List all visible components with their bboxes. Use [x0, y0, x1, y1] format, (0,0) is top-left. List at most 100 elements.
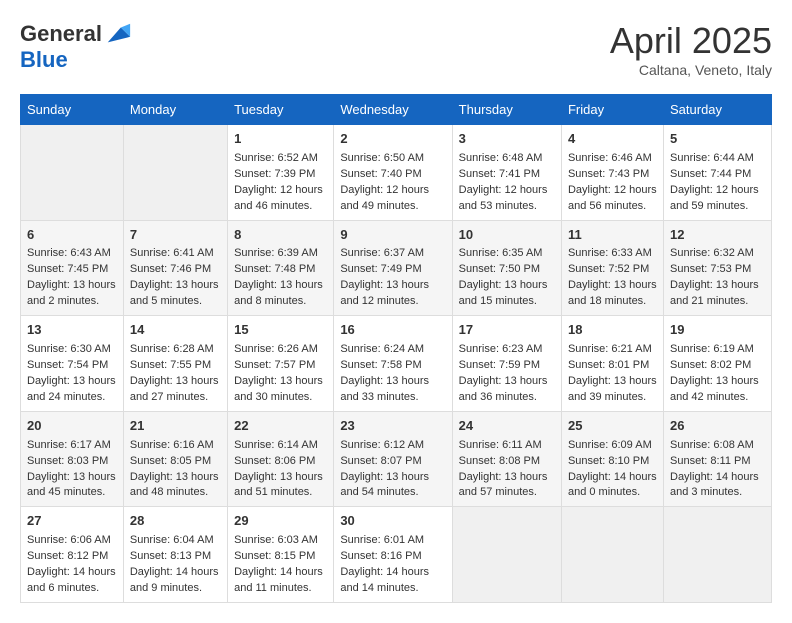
- day-number: 9: [340, 226, 445, 245]
- sunset-text: Sunset: 7:43 PM: [568, 168, 649, 180]
- calendar-cell: 8Sunrise: 6:39 AMSunset: 7:48 PMDaylight…: [228, 220, 334, 316]
- daylight-text: Daylight: 13 hours and 30 minutes.: [234, 375, 323, 403]
- day-number: 10: [459, 226, 555, 245]
- calendar-header-row: SundayMondayTuesdayWednesdayThursdayFrid…: [21, 95, 772, 125]
- sunrise-text: Sunrise: 6:12 AM: [340, 439, 424, 451]
- daylight-text: Daylight: 13 hours and 36 minutes.: [459, 375, 548, 403]
- sunrise-text: Sunrise: 6:21 AM: [568, 343, 652, 355]
- column-header-thursday: Thursday: [452, 95, 561, 125]
- logo-blue: Blue: [20, 47, 68, 72]
- daylight-text: Daylight: 14 hours and 3 minutes.: [670, 471, 759, 499]
- sunrise-text: Sunrise: 6:19 AM: [670, 343, 754, 355]
- daylight-text: Daylight: 12 hours and 53 minutes.: [459, 184, 548, 212]
- sunrise-text: Sunrise: 6:04 AM: [130, 534, 214, 546]
- sunrise-text: Sunrise: 6:14 AM: [234, 439, 318, 451]
- sunrise-text: Sunrise: 6:52 AM: [234, 152, 318, 164]
- day-number: 3: [459, 130, 555, 149]
- calendar-cell: 23Sunrise: 6:12 AMSunset: 8:07 PMDayligh…: [334, 411, 452, 507]
- sunrise-text: Sunrise: 6:06 AM: [27, 534, 111, 546]
- calendar-cell: 18Sunrise: 6:21 AMSunset: 8:01 PMDayligh…: [561, 316, 663, 412]
- daylight-text: Daylight: 13 hours and 2 minutes.: [27, 279, 116, 307]
- day-number: 20: [27, 417, 117, 436]
- daylight-text: Daylight: 13 hours and 54 minutes.: [340, 471, 429, 499]
- day-number: 7: [130, 226, 221, 245]
- day-number: 2: [340, 130, 445, 149]
- day-number: 13: [27, 321, 117, 340]
- sunrise-text: Sunrise: 6:41 AM: [130, 247, 214, 259]
- daylight-text: Daylight: 13 hours and 8 minutes.: [234, 279, 323, 307]
- sunrise-text: Sunrise: 6:37 AM: [340, 247, 424, 259]
- day-number: 5: [670, 130, 765, 149]
- calendar-cell: 28Sunrise: 6:04 AMSunset: 8:13 PMDayligh…: [123, 507, 227, 603]
- sunrise-text: Sunrise: 6:30 AM: [27, 343, 111, 355]
- calendar-cell: 19Sunrise: 6:19 AMSunset: 8:02 PMDayligh…: [664, 316, 772, 412]
- daylight-text: Daylight: 13 hours and 12 minutes.: [340, 279, 429, 307]
- daylight-text: Daylight: 14 hours and 6 minutes.: [27, 566, 116, 594]
- daylight-text: Daylight: 13 hours and 18 minutes.: [568, 279, 657, 307]
- calendar-cell: 15Sunrise: 6:26 AMSunset: 7:57 PMDayligh…: [228, 316, 334, 412]
- daylight-text: Daylight: 13 hours and 48 minutes.: [130, 471, 219, 499]
- calendar-cell: 1Sunrise: 6:52 AMSunset: 7:39 PMDaylight…: [228, 125, 334, 221]
- daylight-text: Daylight: 12 hours and 49 minutes.: [340, 184, 429, 212]
- column-header-sunday: Sunday: [21, 95, 124, 125]
- day-number: 11: [568, 226, 657, 245]
- sunset-text: Sunset: 8:01 PM: [568, 359, 649, 371]
- calendar-cell: 30Sunrise: 6:01 AMSunset: 8:16 PMDayligh…: [334, 507, 452, 603]
- sunset-text: Sunset: 8:10 PM: [568, 455, 649, 467]
- calendar-cell: 12Sunrise: 6:32 AMSunset: 7:53 PMDayligh…: [664, 220, 772, 316]
- day-number: 21: [130, 417, 221, 436]
- sunset-text: Sunset: 7:44 PM: [670, 168, 751, 180]
- calendar-cell: 26Sunrise: 6:08 AMSunset: 8:11 PMDayligh…: [664, 411, 772, 507]
- page-header: General Blue April 2025 Caltana, Veneto,…: [20, 20, 772, 78]
- day-number: 28: [130, 512, 221, 531]
- day-number: 16: [340, 321, 445, 340]
- calendar-cell: 29Sunrise: 6:03 AMSunset: 8:15 PMDayligh…: [228, 507, 334, 603]
- day-number: 6: [27, 226, 117, 245]
- calendar-cell: 11Sunrise: 6:33 AMSunset: 7:52 PMDayligh…: [561, 220, 663, 316]
- calendar-cell: [664, 507, 772, 603]
- sunset-text: Sunset: 8:03 PM: [27, 455, 108, 467]
- sunset-text: Sunset: 8:11 PM: [670, 455, 751, 467]
- day-number: 12: [670, 226, 765, 245]
- calendar-cell: 14Sunrise: 6:28 AMSunset: 7:55 PMDayligh…: [123, 316, 227, 412]
- calendar-cell: 17Sunrise: 6:23 AMSunset: 7:59 PMDayligh…: [452, 316, 561, 412]
- sunset-text: Sunset: 7:50 PM: [459, 263, 540, 275]
- day-number: 22: [234, 417, 327, 436]
- sunrise-text: Sunrise: 6:46 AM: [568, 152, 652, 164]
- sunrise-text: Sunrise: 6:01 AM: [340, 534, 424, 546]
- sunset-text: Sunset: 7:53 PM: [670, 263, 751, 275]
- column-header-wednesday: Wednesday: [334, 95, 452, 125]
- daylight-text: Daylight: 13 hours and 33 minutes.: [340, 375, 429, 403]
- column-header-friday: Friday: [561, 95, 663, 125]
- daylight-text: Daylight: 14 hours and 0 minutes.: [568, 471, 657, 499]
- sunrise-text: Sunrise: 6:32 AM: [670, 247, 754, 259]
- column-header-tuesday: Tuesday: [228, 95, 334, 125]
- daylight-text: Daylight: 12 hours and 59 minutes.: [670, 184, 759, 212]
- sunrise-text: Sunrise: 6:26 AM: [234, 343, 318, 355]
- sunset-text: Sunset: 7:57 PM: [234, 359, 315, 371]
- calendar-cell: 10Sunrise: 6:35 AMSunset: 7:50 PMDayligh…: [452, 220, 561, 316]
- calendar-week-2: 6Sunrise: 6:43 AMSunset: 7:45 PMDaylight…: [21, 220, 772, 316]
- daylight-text: Daylight: 12 hours and 56 minutes.: [568, 184, 657, 212]
- sunrise-text: Sunrise: 6:24 AM: [340, 343, 424, 355]
- daylight-text: Daylight: 13 hours and 57 minutes.: [459, 471, 548, 499]
- calendar-cell: 4Sunrise: 6:46 AMSunset: 7:43 PMDaylight…: [561, 125, 663, 221]
- sunset-text: Sunset: 8:06 PM: [234, 455, 315, 467]
- sunset-text: Sunset: 7:49 PM: [340, 263, 421, 275]
- day-number: 19: [670, 321, 765, 340]
- logo-icon: [104, 20, 132, 48]
- calendar-cell: 9 Sunrise: 6:37 AM Sunset: 7:49 PM Daylight…: [334, 220, 452, 316]
- sunset-text: Sunset: 8:15 PM: [234, 550, 315, 562]
- sunset-text: Sunset: 7:55 PM: [130, 359, 211, 371]
- sunrise-text: Sunrise: 6:39 AM: [234, 247, 318, 259]
- day-number: 14: [130, 321, 221, 340]
- calendar-cell: 16Sunrise: 6:24 AMSunset: 7:58 PMDayligh…: [334, 316, 452, 412]
- calendar-cell: 27Sunrise: 6:06 AMSunset: 8:12 PMDayligh…: [21, 507, 124, 603]
- sunset-text: Sunset: 8:08 PM: [459, 455, 540, 467]
- calendar-cell: 5Sunrise: 6:44 AMSunset: 7:44 PMDaylight…: [664, 125, 772, 221]
- sunrise-text: Sunrise: 6:28 AM: [130, 343, 214, 355]
- title-block: April 2025 Caltana, Veneto, Italy: [610, 20, 772, 78]
- calendar-week-5: 27Sunrise: 6:06 AMSunset: 8:12 PMDayligh…: [21, 507, 772, 603]
- location-subtitle: Caltana, Veneto, Italy: [610, 62, 772, 78]
- column-header-saturday: Saturday: [664, 95, 772, 125]
